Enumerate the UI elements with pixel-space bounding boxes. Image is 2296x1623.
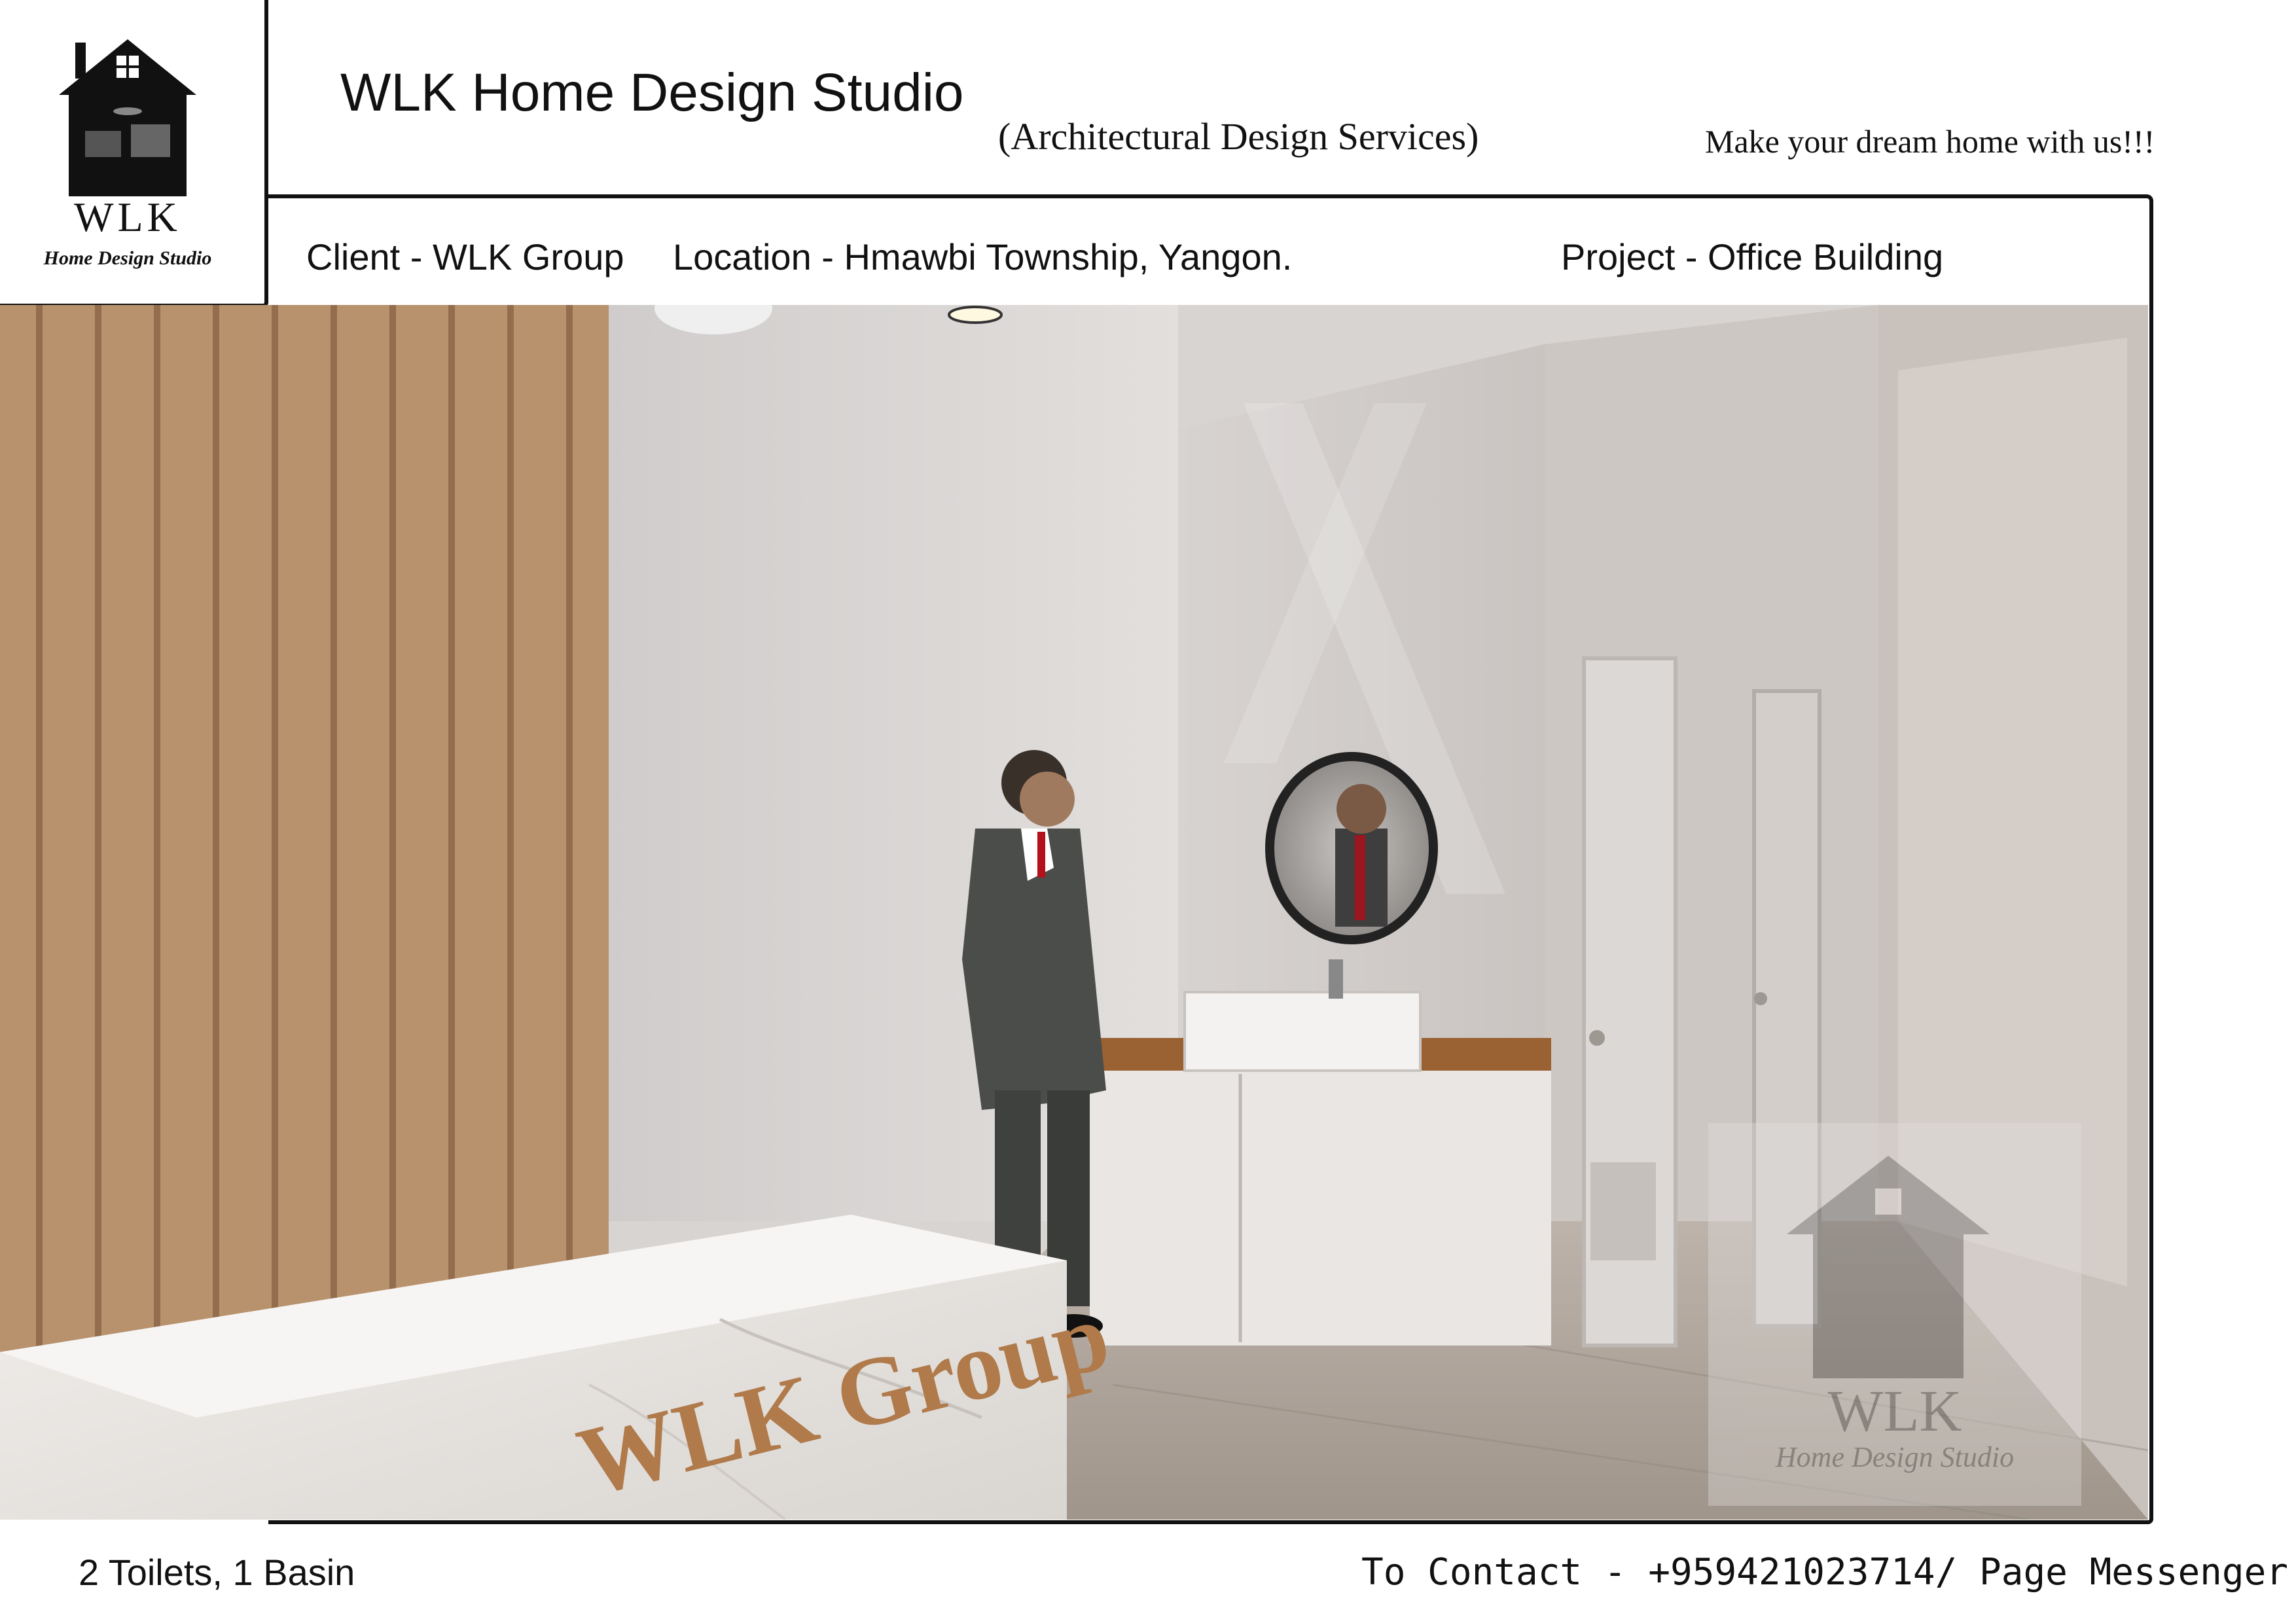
- studio-title: WLK Home Design Studio: [340, 63, 964, 122]
- watermark-letters: WLK: [1828, 1379, 1962, 1444]
- location-label: Location - Hmawbi Township, Yangon.: [673, 236, 1293, 277]
- studio-logo: WLK Home Design Studio: [0, 0, 268, 308]
- client-label: Client - WLK Group: [306, 236, 624, 277]
- contact-info: To Contact - +959421023714/ Page Messeng…: [1361, 1551, 2289, 1594]
- room-spec: 2 Toilets, 1 Basin: [79, 1552, 355, 1593]
- services-tagline: (Architectural Design Services): [998, 115, 1479, 158]
- watermark: WLK Home Design Studio: [1708, 1123, 2081, 1506]
- logo-letters: WLK: [74, 194, 181, 240]
- interior-render: WLK Group WLK Home Design Studio: [0, 305, 2148, 1520]
- logo-tagline: Home Design Studio: [43, 247, 212, 269]
- house-logo-icon: [59, 39, 196, 196]
- slogan: Make your dream home with us!!!: [1705, 123, 2155, 160]
- project-label: Project - Office Building: [1561, 236, 1944, 277]
- watermark-tagline: Home Design Studio: [1775, 1441, 2014, 1473]
